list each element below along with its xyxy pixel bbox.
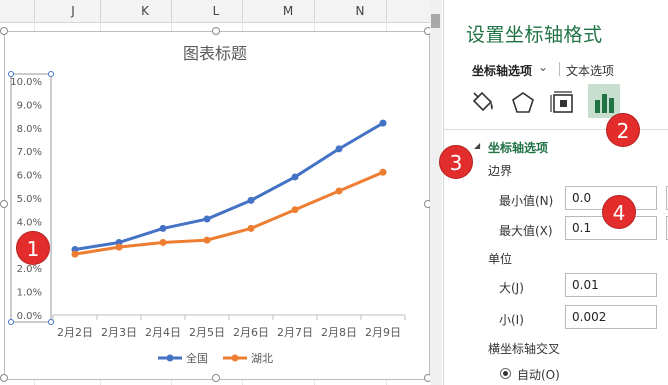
fill-bucket-icon[interactable] [468, 88, 498, 118]
min-bound-label: 最小值(N) [499, 194, 554, 208]
chart-title: 图表标题 [183, 44, 247, 63]
spreadsheet-area[interactable]: J K L M N 图表标题0.0%1.0%2.0%3.0%4.0%5.0%6.… [0, 0, 440, 385]
y-tick-label: 7.0% [17, 147, 42, 158]
y-tick-label: 0.0% [17, 311, 42, 322]
data-point-series-1 [291, 173, 299, 181]
format-axis-pane: 设置坐标轴格式 坐标轴选项 ⌄ 文本选项 ◢ 坐标轴选项 边界 最小值(N) 0… [443, 0, 668, 385]
y-tick-label: 2.0% [17, 264, 42, 275]
data-point-series-1 [247, 196, 255, 204]
tab-axis-options[interactable]: 坐标轴选项 [472, 62, 532, 79]
minor-unit-label: 小(I) [499, 313, 524, 327]
pane-title: 设置坐标轴格式 [466, 24, 603, 46]
x-tick-label: 2月7日 [277, 326, 313, 339]
legend-label: 全国 [186, 351, 208, 365]
y-tick-label: 1.0% [17, 288, 42, 299]
data-point-series-2 [203, 236, 211, 244]
data-point-series-2 [71, 250, 79, 258]
tab-text-options[interactable]: 文本选项 [566, 62, 614, 79]
major-unit-label: 大(J) [499, 281, 524, 295]
units-label: 单位 [488, 252, 513, 266]
data-point-series-1 [379, 119, 387, 127]
x-tick-label: 2月6日 [233, 326, 269, 339]
y-tick-label: 10.0% [10, 77, 42, 88]
legend-marker [231, 354, 239, 362]
legend-label: 湖北 [251, 352, 273, 365]
data-point-series-2 [335, 187, 343, 195]
data-point-series-2 [115, 243, 123, 251]
vertical-scrollbar[interactable] [430, 0, 442, 385]
x-tick-label: 2月4日 [145, 326, 181, 339]
auto-radio-label[interactable]: 自动(O) [517, 366, 560, 383]
x-tick-label: 2月9日 [365, 326, 401, 339]
y-tick-label: 4.0% [17, 217, 42, 228]
bounds-label: 边界 [488, 164, 513, 178]
y-tick-label: 9.0% [17, 100, 42, 111]
data-point-series-2 [379, 168, 387, 176]
y-axis-selection-handle [48, 319, 54, 325]
y-axis-selection-handle [48, 71, 54, 77]
minor-unit-input[interactable]: 0.002 [565, 305, 657, 329]
x-tick-label: 2月3日 [101, 326, 137, 339]
collapse-triangle-icon[interactable]: ◢ [474, 141, 480, 150]
section-axis-options[interactable]: 坐标轴选项 [488, 139, 548, 156]
data-point-series-2 [291, 206, 299, 214]
y-tick-label: 8.0% [17, 124, 42, 135]
data-point-series-2 [159, 238, 167, 246]
data-point-series-1 [335, 145, 343, 153]
x-tick-label: 2月8日 [321, 326, 357, 339]
y-axis-selection-handle [8, 71, 14, 77]
data-point-series-2 [247, 224, 255, 232]
annotation-badge-2: 2 [606, 113, 640, 147]
data-point-series-1 [203, 215, 211, 223]
data-point-series-1 [159, 224, 167, 232]
max-bound-label: 最大值(X) [499, 224, 553, 238]
y-axis-selection-handle [8, 319, 14, 325]
annotation-badge-1: 1 [16, 231, 50, 265]
y-tick-label: 5.0% [17, 194, 42, 205]
x-tick-label: 2月2日 [57, 326, 93, 339]
annotation-badge-4: 4 [602, 195, 636, 229]
line-chart: 图表标题0.0%1.0%2.0%3.0%4.0%5.0%6.0%7.0%8.0%… [8, 44, 406, 365]
x-tick-label: 2月5日 [189, 326, 225, 339]
y-tick-label: 6.0% [17, 171, 42, 182]
auto-radio-selected-dot [503, 371, 508, 376]
annotation-badge-3: 3 [439, 145, 473, 179]
legend-marker [166, 354, 174, 362]
series-line-1 [74, 121, 384, 251]
size-properties-icon[interactable] [548, 88, 578, 118]
tab-divider [559, 62, 560, 76]
pentagon-icon[interactable] [508, 88, 538, 118]
bar-chart-icon[interactable] [589, 88, 619, 118]
chevron-down-icon[interactable]: ⌄ [538, 60, 548, 74]
major-unit-input[interactable]: 0.01 [565, 273, 657, 297]
horizontal-axis-crosses-label: 横坐标轴交叉 [488, 342, 561, 356]
scrollbar-thumb[interactable] [431, 14, 440, 28]
